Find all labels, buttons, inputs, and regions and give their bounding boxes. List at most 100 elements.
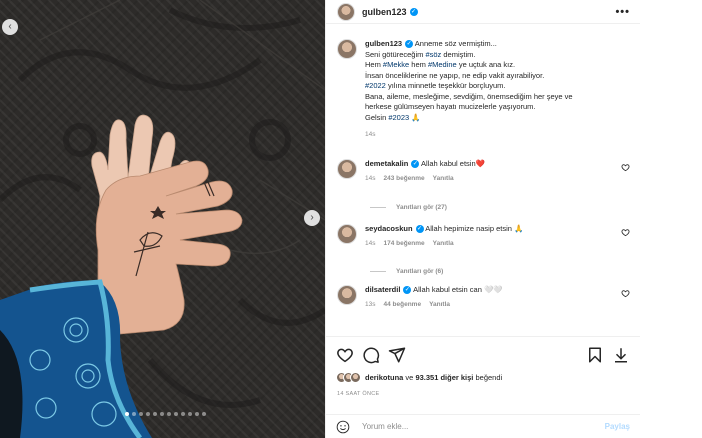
commenter-avatar[interactable] xyxy=(337,159,357,179)
commenter-username[interactable]: seydacoskun xyxy=(365,224,413,233)
post-comment-button[interactable]: Paylaş xyxy=(605,422,630,431)
hashtag-link[interactable]: #Mekke xyxy=(383,60,409,69)
comment-item: seydacoskun ✓ Allah hepimize nasip etsin … xyxy=(326,224,640,247)
caption-avatar[interactable] xyxy=(337,39,357,59)
verified-icon: ✓ xyxy=(409,7,418,16)
carousel-dot xyxy=(195,412,199,416)
carousel-dot xyxy=(132,412,136,416)
comment-like-icon[interactable] xyxy=(621,163,630,172)
comment-icon[interactable] xyxy=(362,346,380,364)
view-replies-button[interactable]: Yanıtları gör (27) xyxy=(370,204,447,211)
caption-line: Gelsin #2023 🙏 xyxy=(365,113,573,124)
page-background xyxy=(640,0,702,438)
bookmark-icon[interactable] xyxy=(586,346,604,364)
liker-avatar xyxy=(350,372,361,383)
author-username[interactable]: gulben123 xyxy=(362,7,407,17)
comment-like-icon[interactable] xyxy=(621,228,630,237)
caption-line: Bana, aileme, mesleğime, sevdiğim, önems… xyxy=(365,92,573,103)
post-header: gulben123 ✓ ••• xyxy=(326,0,640,24)
reply-button[interactable]: Yanıtla xyxy=(429,301,450,308)
comment-age: 14s xyxy=(365,240,376,247)
comment-input[interactable] xyxy=(362,422,605,431)
caption-text-segment: demiştim. xyxy=(441,49,476,59)
carousel-prev-button[interactable]: ‹ xyxy=(2,19,18,35)
reply-button[interactable]: Yanıtla xyxy=(433,240,454,247)
caption-text-segment: ye uçtuk ana kız. xyxy=(456,60,516,69)
carousel-dot xyxy=(174,412,178,416)
reply-button[interactable]: Yanıtla xyxy=(433,175,454,182)
download-icon[interactable] xyxy=(612,346,630,364)
commenter-username[interactable]: dilsaterdil xyxy=(365,285,400,294)
verified-icon: ✓ xyxy=(415,225,424,234)
view-replies-button[interactable]: Yanıtları gör (6) xyxy=(370,268,443,275)
action-bar xyxy=(326,336,640,372)
liker-username[interactable]: derikotuna xyxy=(365,373,403,382)
comment-text: Allah kabul etsin❤️ xyxy=(421,159,485,168)
emoji-icon[interactable] xyxy=(336,420,350,434)
carousel-next-button[interactable]: › xyxy=(304,210,320,226)
carousel-dot xyxy=(139,412,143,416)
caption-text: gulben123 ✓ Anneme söz vermiştim... Seni g… xyxy=(365,39,573,123)
caption-line: herkese gülümseyen hayatı mucizelerle ya… xyxy=(365,102,573,113)
share-icon[interactable] xyxy=(388,346,406,364)
caption-text-segment: 🙏 xyxy=(409,112,421,122)
likes-count[interactable]: 93.351 diğer kişi xyxy=(415,373,473,382)
post-photo: ‹ › xyxy=(0,0,325,438)
hashtag-link[interactable]: #Medine xyxy=(428,60,457,69)
post-sidebar: gulben123 ✓ ••• gulben123 ✓ Anneme söz ve… xyxy=(325,0,640,438)
carousel-dot xyxy=(146,412,150,416)
comments-scroll[interactable]: gulben123 ✓ Anneme söz vermiştim... Seni g… xyxy=(326,25,640,335)
comment-item: demetakalin ✓ Allah kabul etsin❤️ 14s 243 b… xyxy=(326,159,640,182)
caption-line: İnsan önceliklerine ne yapıp, ne edip va… xyxy=(365,71,573,82)
verified-icon: ✓ xyxy=(405,40,414,49)
likes-summary: derikotuna ve 93.351 diğer kişi beğendi xyxy=(336,372,502,383)
likes-connector: ve xyxy=(403,373,416,382)
caption-line: Seni götüreceğim #söz demiştim. xyxy=(365,50,573,61)
chevron-right-icon: › xyxy=(310,212,314,223)
carousel-dot xyxy=(160,412,164,416)
caption-text-segment: Seni götüreceğim xyxy=(365,49,426,59)
verified-icon: ✓ xyxy=(403,286,412,295)
comment-likes[interactable]: 174 beğenme xyxy=(383,240,424,247)
caption-username[interactable]: gulben123 xyxy=(365,39,402,48)
comment-text: Allah kabul etsin can 🤍🤍 xyxy=(413,285,503,294)
caption-line: Hem #Mekke hem #Medine ye uçtuk ana kız. xyxy=(365,60,573,71)
caption-age: 14s xyxy=(365,131,376,138)
comment-text: Allah hepimize nasip etsin 🙏 xyxy=(425,224,524,233)
caption-text-segment: Bana, aileme, mesleğime, sevdiğim, önems… xyxy=(365,91,573,101)
commenter-avatar[interactable] xyxy=(337,285,357,305)
more-icon[interactable]: ••• xyxy=(615,6,630,18)
carousel-dot xyxy=(153,412,157,416)
carousel-dot xyxy=(202,412,206,416)
comment-likes[interactable]: 44 beğenme xyxy=(383,301,421,308)
carousel-dot xyxy=(188,412,192,416)
caption-text-segment: yılına minnetle teşekkür borçluyum. xyxy=(385,81,506,90)
hashtag-link[interactable]: #2023 xyxy=(388,113,409,122)
carousel-dot xyxy=(181,412,185,416)
author-avatar[interactable] xyxy=(337,2,355,21)
comment-age: 13s xyxy=(365,301,376,308)
caption-text-segment: İnsan önceliklerine ne yapıp, ne edip va… xyxy=(365,70,545,80)
caption-line: gulben123 ✓ Anneme söz vermiştim... xyxy=(365,39,573,50)
comment-age: 14s xyxy=(365,175,376,182)
caption-text-segment: Anneme söz vermiştim... xyxy=(414,39,497,48)
carousel-dot xyxy=(125,412,129,416)
commenter-username[interactable]: demetakalin xyxy=(365,159,408,168)
caption-text-segment: herkese gülümseyen hayatı mucizelerle ya… xyxy=(365,102,536,111)
hashtag-link[interactable]: #2022 xyxy=(365,81,386,90)
carousel-dot xyxy=(167,412,171,416)
comment-form: Paylaş xyxy=(326,414,640,438)
caption-text-segment: hem xyxy=(409,60,428,69)
likes-suffix: beğendi xyxy=(473,373,503,382)
post-time: 14 SAAT ÖNCE xyxy=(337,391,380,397)
hashtag-link[interactable]: #söz xyxy=(425,50,441,59)
caption-line: #2022 yılına minnetle teşekkür borçluyum… xyxy=(365,81,573,92)
hands-photo xyxy=(0,0,325,438)
comment-like-icon[interactable] xyxy=(621,289,630,298)
comment-item: dilsaterdil ✓ Allah kabul etsin can 🤍🤍 13s… xyxy=(326,285,640,308)
heart-icon[interactable] xyxy=(336,346,354,364)
verified-icon: ✓ xyxy=(411,160,420,169)
commenter-avatar[interactable] xyxy=(337,224,357,244)
caption-text-segment: Gelsin xyxy=(365,112,389,122)
comment-likes[interactable]: 243 beğenme xyxy=(383,175,424,182)
